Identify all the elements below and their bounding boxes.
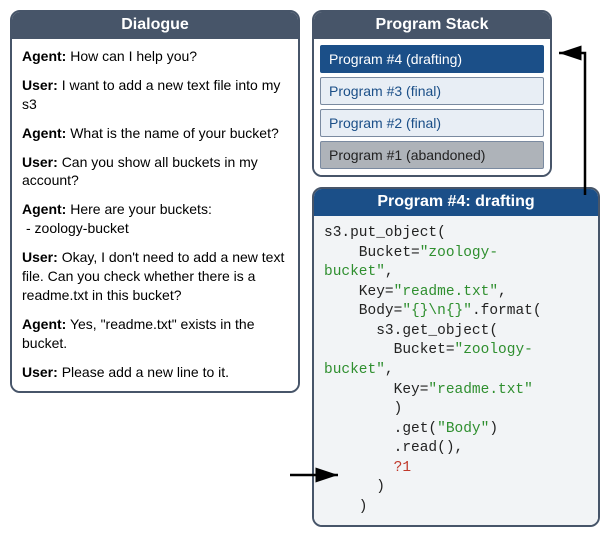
dialogue-turn: Agent: What is the name of your bucket? bbox=[22, 124, 288, 143]
turn-text: Can you show all buckets in my account? bbox=[22, 154, 258, 189]
speaker-label: User: bbox=[22, 364, 58, 380]
dialogue-turn: Agent: Here are your buckets: - zoology-… bbox=[22, 200, 288, 238]
code-line: .format( bbox=[472, 303, 542, 319]
code-string: "Body" bbox=[437, 421, 489, 437]
code-line: , bbox=[498, 284, 507, 300]
code-line: ) bbox=[324, 401, 402, 417]
code-line: ) bbox=[324, 479, 385, 495]
bucket-list-item: - zoology-bucket bbox=[26, 219, 288, 238]
code-line: ) bbox=[489, 421, 498, 437]
turn-text: I want to add a new text file into my s3 bbox=[22, 77, 280, 112]
dialogue-turn: User: Please add a new line to it. bbox=[22, 363, 288, 382]
dialogue-turn: Agent: Yes, "readme.txt" exists in the b… bbox=[22, 315, 288, 353]
dialogue-panel: Dialogue Agent: How can I help you? User… bbox=[10, 10, 300, 393]
code-line: ) bbox=[324, 499, 368, 515]
dialogue-turn: User: I want to add a new text file into… bbox=[22, 76, 288, 114]
dialogue-turn: Agent: How can I help you? bbox=[22, 47, 288, 66]
code-placeholder: ?1 bbox=[394, 460, 411, 476]
speaker-label: User: bbox=[22, 249, 58, 265]
program-editor-panel: Program #4: drafting s3.put_object( Buck… bbox=[312, 187, 600, 527]
code-line: Key= bbox=[324, 284, 394, 300]
speaker-label: Agent: bbox=[22, 48, 66, 64]
turn-text: Here are your buckets: bbox=[70, 201, 212, 217]
code-line: , bbox=[385, 362, 394, 378]
code-line: Key= bbox=[324, 382, 428, 398]
code-line: Body= bbox=[324, 303, 402, 319]
turn-text: Please add a new line to it. bbox=[62, 364, 229, 380]
dialogue-title: Dialogue bbox=[12, 12, 298, 39]
speaker-label: User: bbox=[22, 154, 58, 170]
dialogue-body: Agent: How can I help you? User: I want … bbox=[12, 39, 298, 391]
code-line: Bucket= bbox=[324, 245, 420, 261]
speaker-label: Agent: bbox=[22, 201, 66, 217]
program-stack-body: Program #4 (drafting) Program #3 (final)… bbox=[314, 39, 550, 175]
turn-text: How can I help you? bbox=[70, 48, 197, 64]
speaker-label: Agent: bbox=[22, 125, 66, 141]
program-stack-panel: Program Stack Program #4 (drafting) Prog… bbox=[312, 10, 552, 177]
turn-text: Okay, I don't need to add a new text fil… bbox=[22, 249, 284, 303]
speaker-label: User: bbox=[22, 77, 58, 93]
stack-item-3[interactable]: Program #3 (final) bbox=[320, 77, 544, 105]
code-string: bucket" bbox=[324, 264, 385, 280]
stack-item-1[interactable]: Program #1 (abandoned) bbox=[320, 141, 544, 169]
code-string: "readme.txt" bbox=[428, 382, 532, 398]
code-string: "zoology- bbox=[455, 342, 533, 358]
code-string: "readme.txt" bbox=[394, 284, 498, 300]
stack-item-2[interactable]: Program #2 (final) bbox=[320, 109, 544, 137]
code-string: bucket" bbox=[324, 362, 385, 378]
code-string: "zoology- bbox=[420, 245, 498, 261]
code-body: s3.put_object( Bucket="zoology- bucket",… bbox=[314, 216, 598, 525]
code-string: "{}\n{}" bbox=[402, 303, 472, 319]
program-editor-title: Program #4: drafting bbox=[314, 189, 598, 216]
turn-text: What is the name of your bucket? bbox=[70, 125, 279, 141]
dialogue-turn: User: Can you show all buckets in my acc… bbox=[22, 153, 288, 191]
code-line: Bucket= bbox=[324, 342, 455, 358]
dialogue-turn: User: Okay, I don't need to add a new te… bbox=[22, 248, 288, 305]
code-line: , bbox=[385, 264, 394, 280]
code-line: s3.get_object( bbox=[324, 323, 498, 339]
code-line bbox=[324, 460, 394, 476]
speaker-label: Agent: bbox=[22, 316, 66, 332]
code-line: .get( bbox=[324, 421, 437, 437]
code-line: s3.put_object( bbox=[324, 225, 446, 241]
code-line: .read(), bbox=[324, 440, 463, 456]
stack-item-4[interactable]: Program #4 (drafting) bbox=[320, 45, 544, 73]
program-stack-title: Program Stack bbox=[314, 12, 550, 39]
